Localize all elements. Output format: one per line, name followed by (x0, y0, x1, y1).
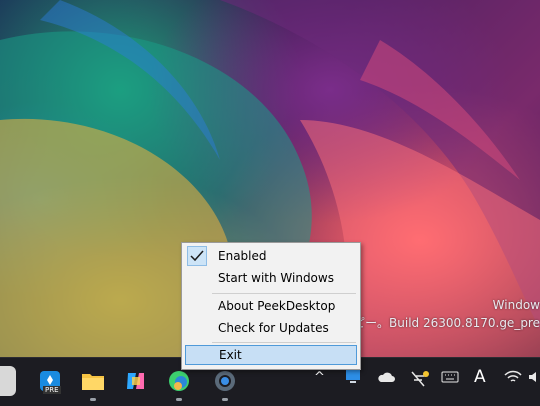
volume-icon[interactable] (528, 370, 540, 388)
running-indicator (222, 398, 228, 401)
menu-item-label: Start with Windows (218, 271, 334, 285)
show-hidden-icons-chevron[interactable]: ^ (314, 370, 325, 385)
checkmark-icon (187, 246, 207, 266)
running-indicator (90, 398, 96, 401)
settings-icon[interactable] (210, 366, 240, 401)
peekdesktop-tray-icon[interactable] (345, 368, 361, 388)
menu-item-label: Enabled (218, 249, 267, 263)
menu-separator (212, 342, 356, 343)
input-method-icon[interactable]: A (474, 367, 486, 387)
onedrive-icon[interactable] (376, 370, 396, 388)
file-explorer-icon[interactable] (78, 366, 108, 401)
edge-canary-icon[interactable] (164, 366, 194, 401)
watermark-title: Window (492, 298, 540, 312)
running-indicator (176, 398, 182, 401)
menu-separator (212, 293, 356, 294)
menu-item-label: Check for Updates (218, 321, 329, 335)
menu-item-exit[interactable]: Exit (185, 345, 357, 365)
keyboard-icon[interactable] (441, 370, 459, 388)
menu-item-about[interactable]: About PeekDesktop (185, 296, 357, 316)
wifi-icon[interactable] (504, 370, 522, 388)
store-preview-icon[interactable]: PRE (35, 366, 65, 396)
network-warning-icon[interactable] (410, 370, 430, 392)
menu-item-label: About PeekDesktop (218, 299, 336, 313)
partial-app-icon[interactable] (0, 366, 16, 396)
preview-badge: PRE (43, 386, 61, 394)
menu-item-label: Exit (219, 348, 242, 362)
menu-item-enabled[interactable]: Enabled (185, 246, 357, 266)
copilot-icon[interactable] (121, 366, 151, 396)
menu-item-check-updates[interactable]: Check for Updates (185, 318, 357, 338)
menu-item-start-with-windows[interactable]: Start with Windows (185, 268, 357, 288)
tray-context-menu: Enabled Start with Windows About PeekDes… (181, 242, 361, 370)
